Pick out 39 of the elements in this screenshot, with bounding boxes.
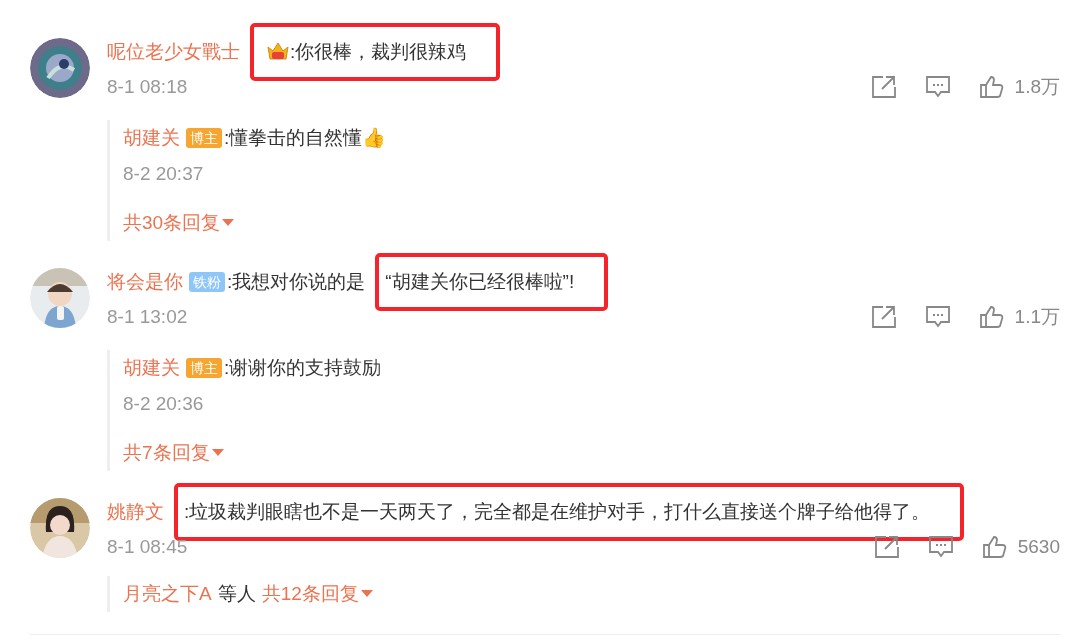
timestamp: 8-2 20:36: [123, 392, 204, 416]
caret-icon: [360, 590, 373, 598]
user-name[interactable]: 呢位老少女戰士: [107, 35, 240, 69]
thumbs-up-icon[interactable]: [978, 75, 1005, 99]
user-name[interactable]: 月亮之下A: [123, 581, 212, 607]
timestamp: 8-1 08:18: [107, 76, 188, 98]
like-count: 1.1万: [1014, 305, 1060, 329]
badge: 博主: [186, 358, 222, 378]
timestamp: 8-1 13:02: [107, 306, 188, 328]
thumbs-up-icon[interactable]: [981, 535, 1008, 559]
badge: 博主: [186, 128, 222, 148]
timestamp: 8-2 20:37: [123, 162, 204, 186]
reply-count-link[interactable]: 共30条回复: [123, 210, 235, 236]
user-name[interactable]: 胡建关: [123, 120, 180, 156]
user-name[interactable]: 胡建关: [123, 350, 180, 386]
like-count: 5630: [1017, 536, 1060, 558]
comment-icon[interactable]: [924, 75, 951, 99]
timestamp: 8-1 08:45: [107, 536, 188, 558]
comment-text: :垃圾裁判眼瞎也不是一天两天了，完全都是在维护对手，打什么直接送个牌子给他得了。: [184, 500, 931, 524]
share-icon[interactable]: [873, 535, 900, 559]
user-name[interactable]: 将会是你: [107, 265, 183, 299]
comment-icon[interactable]: [927, 535, 954, 559]
share-icon[interactable]: [870, 75, 897, 99]
reply-text: :谢谢你的支持鼓励: [224, 356, 382, 380]
comment-text: “胡建关你已经很棒啦”!: [385, 270, 575, 294]
like-count: 1.8万: [1014, 75, 1060, 99]
comment-icon[interactable]: [924, 305, 951, 329]
badge: 铁粉: [189, 272, 225, 292]
reply-text: :懂拳击的自然懂👍: [224, 126, 387, 150]
share-icon[interactable]: [870, 305, 897, 329]
comment-text: :我想对你说的是: [227, 270, 366, 294]
user-name[interactable]: 姚静文: [107, 495, 164, 529]
caret-icon: [222, 219, 235, 227]
caret-icon: [211, 449, 224, 457]
label: 等人: [217, 582, 256, 606]
reply-count-link[interactable]: 共7条回复: [123, 440, 224, 466]
reply-count-link[interactable]: 共12条回复: [261, 581, 373, 607]
thumbs-up-icon[interactable]: [978, 305, 1005, 329]
comment-text: :你很棒，裁判很辣鸡: [290, 40, 467, 64]
